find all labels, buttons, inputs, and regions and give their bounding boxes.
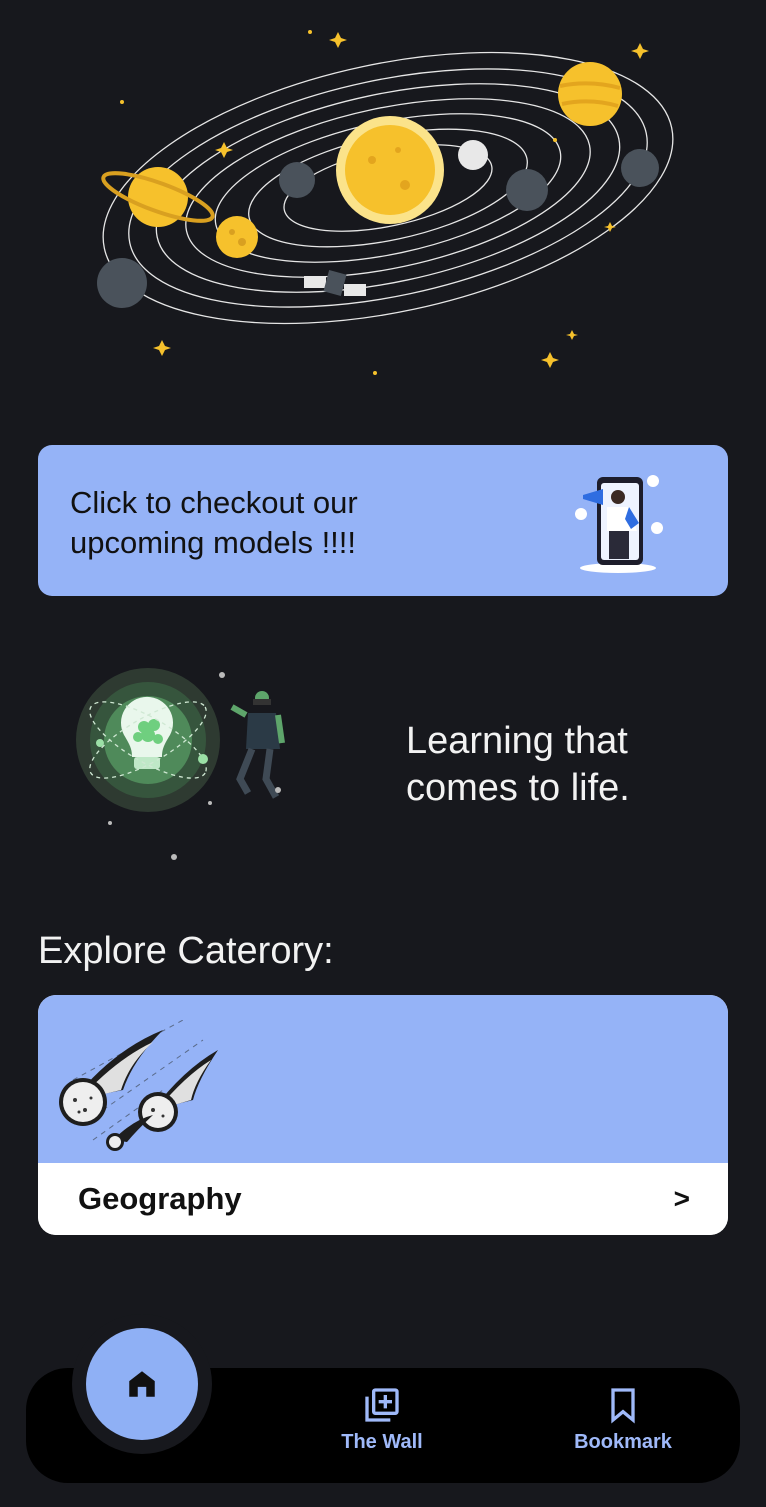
nav-label-bookmark: Bookmark xyxy=(574,1431,672,1453)
upcoming-models-banner[interactable]: Click to checkout our upcoming models !!… xyxy=(38,445,728,596)
category-label: Geography xyxy=(78,1181,242,1216)
nav-item-bookmark[interactable]: Bookmark xyxy=(543,1385,703,1454)
home-icon xyxy=(129,1371,155,1397)
nav-label-the-wall: The Wall xyxy=(341,1431,423,1453)
megaphone-phone-illustration xyxy=(575,475,663,573)
solar-system-illustration xyxy=(97,30,674,375)
explore-category-title: Explore Caterory: xyxy=(38,930,334,972)
lightbulb-vr-illustration xyxy=(76,668,285,860)
chevron-right-icon: > xyxy=(673,1183,690,1214)
home-button[interactable] xyxy=(86,1328,198,1440)
category-card-geography[interactable]: Geography > xyxy=(38,995,728,1235)
category-card-image xyxy=(38,995,728,1163)
add-box-icon xyxy=(365,1388,399,1422)
tagline-text: Learning that comes to life. xyxy=(406,720,630,809)
bookmark-icon xyxy=(611,1388,635,1424)
meteor-illustration xyxy=(59,1020,218,1151)
promo-text: Click to checkout our upcoming models !!… xyxy=(70,485,358,560)
nav-item-the-wall[interactable]: The Wall xyxy=(302,1385,462,1454)
